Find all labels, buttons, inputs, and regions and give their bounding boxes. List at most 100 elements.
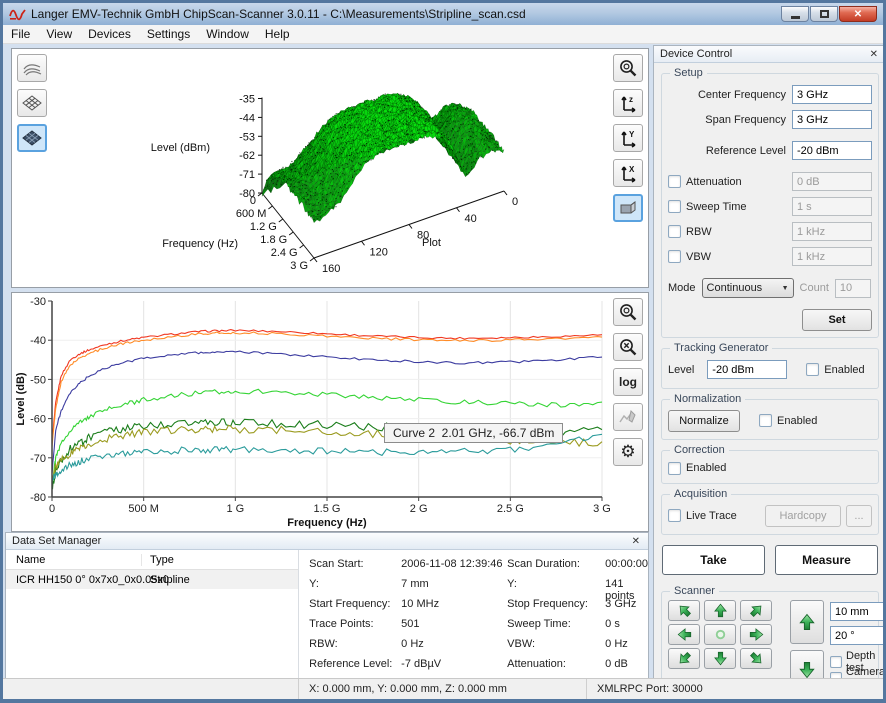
move-down-button[interactable] xyxy=(704,648,736,669)
chart-2d[interactable]: -30-40-50-60-70-800500 M1 G1.5 G2 G2.5 G… xyxy=(12,293,648,531)
tracking-generator-group: Tracking Generator Level Enabled xyxy=(661,348,879,389)
attenuation-checkbox[interactable] xyxy=(668,175,681,188)
move-up-button[interactable] xyxy=(704,600,736,621)
svg-text:Level (dB): Level (dB) xyxy=(15,372,27,426)
menu-settings[interactable]: Settings xyxy=(139,25,198,43)
move-down-right-button[interactable] xyxy=(740,648,772,669)
close-button[interactable]: ✕ xyxy=(839,6,877,22)
plot3d-panel: z Y X xyxy=(11,48,649,288)
scan-info-value: 00:00:00 xyxy=(605,558,648,578)
maximize-button[interactable] xyxy=(810,6,838,22)
sweep-time-checkbox[interactable] xyxy=(668,200,681,213)
center-frequency-field[interactable] xyxy=(792,85,872,104)
move-down-left-button[interactable] xyxy=(668,648,700,669)
view-3d-button[interactable] xyxy=(613,194,643,222)
arrow-down-left-icon xyxy=(673,648,694,669)
menu-window[interactable]: Window xyxy=(198,25,257,43)
reference-level-field[interactable] xyxy=(792,141,872,160)
tg-enabled-checkbox[interactable] xyxy=(806,363,819,376)
svg-text:500 M: 500 M xyxy=(128,503,159,515)
correction-enabled-checkbox[interactable] xyxy=(668,462,681,475)
vbw-field[interactable] xyxy=(792,247,872,266)
hardcopy-button[interactable]: Hardcopy xyxy=(765,505,841,527)
normalize-button[interactable]: Normalize xyxy=(668,410,740,432)
svg-text:2.5 G: 2.5 G xyxy=(497,503,524,515)
device-control-panel: Device Control ✕ Setup Center Frequency … xyxy=(653,45,886,682)
magnifier-icon xyxy=(618,302,638,322)
hardcopy-more-button[interactable]: ... xyxy=(846,505,872,527)
take-button[interactable]: Take xyxy=(662,545,765,575)
scan-info-label: Reference Level: xyxy=(309,658,397,678)
move-up-left-button[interactable] xyxy=(668,600,700,621)
marker-pen-icon xyxy=(618,408,638,426)
axis-x-button[interactable]: X xyxy=(613,159,643,187)
scan-info-value: 141 points xyxy=(605,578,648,598)
dataset-manager-titlebar: Data Set Manager ✕ xyxy=(6,533,648,550)
acquisition-legend: Acquisition xyxy=(670,488,731,500)
marker-button[interactable] xyxy=(613,403,643,431)
correction-enabled-label: Enabled xyxy=(686,462,726,474)
titlebar[interactable]: Langer EMV-Technik GmbH ChipScan-Scanner… xyxy=(3,3,883,25)
zoom-reset-button[interactable] xyxy=(613,333,643,361)
normalization-group: Normalization Normalize Enabled xyxy=(661,399,879,440)
column-header-name[interactable]: Name xyxy=(6,554,142,566)
menu-view[interactable]: View xyxy=(38,25,80,43)
normalization-enabled-label: Enabled xyxy=(777,415,817,427)
dataset-table-header: Name Type xyxy=(6,550,298,570)
step-size-field[interactable] xyxy=(830,602,886,621)
chart-3d[interactable] xyxy=(12,49,650,289)
scan-info-value: -7 dBµV xyxy=(401,658,503,678)
scan-info-label: Scan Duration: xyxy=(507,558,601,578)
svg-text:Y: Y xyxy=(629,130,635,139)
tg-level-field[interactable] xyxy=(707,360,787,379)
vbw-checkbox[interactable] xyxy=(668,250,681,263)
count-field[interactable] xyxy=(835,279,871,298)
mode-value: Continuous xyxy=(707,282,778,294)
statusbar-coordinates: X: 0.000 mm, Y: 0.000 mm, Z: 0.000 mm xyxy=(299,679,587,699)
rbw-field[interactable] xyxy=(792,222,872,241)
span-frequency-field[interactable] xyxy=(792,110,872,129)
menu-devices[interactable]: Devices xyxy=(80,25,139,43)
mode-label: Mode xyxy=(668,282,696,294)
axis-y-button[interactable]: Y xyxy=(613,124,643,152)
dataset-table: Name Type ICR HH150 0° 0x7x0_0x0.05x0 St… xyxy=(6,550,299,679)
set-button[interactable]: Set xyxy=(802,309,872,331)
menu-file[interactable]: File xyxy=(3,25,38,43)
attenuation-field[interactable] xyxy=(792,172,872,191)
statusbar-segment-empty xyxy=(3,679,299,699)
move-home-button[interactable] xyxy=(704,624,736,645)
surface-view-button[interactable] xyxy=(17,124,47,152)
move-up-right-button[interactable] xyxy=(740,600,772,621)
setup-group: Setup Center Frequency Span Frequency Re… xyxy=(661,73,879,338)
log-scale-button[interactable]: log xyxy=(613,368,643,396)
app-logo-icon xyxy=(9,7,27,21)
device-control-close-icon[interactable]: ✕ xyxy=(868,49,880,60)
zoom-3d-button[interactable] xyxy=(613,54,643,82)
normalization-enabled-checkbox[interactable] xyxy=(759,414,772,427)
z-up-button[interactable] xyxy=(790,600,824,644)
move-right-button[interactable] xyxy=(740,624,772,645)
waterfall-view-button[interactable] xyxy=(17,54,47,82)
column-header-type[interactable]: Type xyxy=(142,554,174,566)
scan-info-label: Stop Frequency: xyxy=(507,598,601,618)
table-row[interactable]: ICR HH150 0° 0x7x0_0x0.05x0 Stripline xyxy=(6,570,298,589)
mode-dropdown[interactable]: Continuous ▼ xyxy=(702,278,794,298)
axis-z-button[interactable]: z xyxy=(613,89,643,117)
live-trace-checkbox[interactable] xyxy=(668,509,681,522)
z-up-arrow-icon xyxy=(798,605,816,639)
zoom-in-button[interactable] xyxy=(613,298,643,326)
normalization-legend: Normalization xyxy=(670,393,745,405)
window-title: Langer EMV-Technik GmbH ChipScan-Scanner… xyxy=(31,7,781,21)
scan-info-value: 10 MHz xyxy=(401,598,503,618)
wireframe-view-button[interactable] xyxy=(17,89,47,117)
rbw-checkbox[interactable] xyxy=(668,225,681,238)
minimize-button[interactable] xyxy=(781,6,809,22)
dataset-close-icon[interactable]: ✕ xyxy=(630,536,642,547)
plot-settings-button[interactable]: ⚙ xyxy=(613,438,643,466)
sweep-time-field[interactable] xyxy=(792,197,872,216)
menu-help[interactable]: Help xyxy=(257,25,298,43)
cursor-tooltip: Curve 2 2.01 GHz, -66.7 dBm xyxy=(384,423,563,443)
measure-button[interactable]: Measure xyxy=(775,545,878,575)
move-left-button[interactable] xyxy=(668,624,700,645)
angle-step-field[interactable] xyxy=(830,626,886,645)
